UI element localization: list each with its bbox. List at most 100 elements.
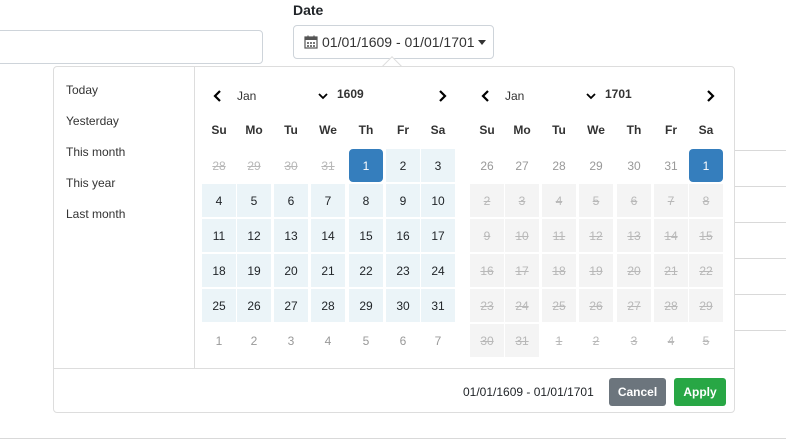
calendar-day[interactable]: 25 bbox=[202, 289, 236, 322]
left-month-select[interactable]: Jan bbox=[237, 85, 329, 107]
calendar-day: 16 bbox=[470, 254, 504, 287]
right-calendar-header: Jan 1701 bbox=[470, 81, 726, 111]
calendar-day[interactable]: 7 bbox=[311, 184, 345, 217]
calendar-day[interactable]: 6 bbox=[274, 184, 308, 217]
calendar-day[interactable]: 16 bbox=[386, 219, 420, 252]
calendar-day: 28 bbox=[654, 289, 688, 322]
divider bbox=[0, 438, 786, 439]
calendar-day[interactable]: 10 bbox=[421, 184, 455, 217]
calendar-day[interactable]: 28 bbox=[311, 289, 345, 322]
calendar-day[interactable]: 23 bbox=[386, 254, 420, 287]
calendar-day[interactable]: 27 bbox=[505, 149, 539, 182]
calendar-day: 28 bbox=[202, 149, 236, 182]
calendar-day[interactable]: 8 bbox=[349, 184, 383, 217]
weekday-header: Th bbox=[626, 123, 642, 137]
calendar-day[interactable]: 5 bbox=[237, 184, 271, 217]
calendar-day[interactable]: 3 bbox=[421, 149, 455, 182]
calendar-day: 31 bbox=[505, 324, 539, 357]
calendar-day[interactable]: 14 bbox=[311, 219, 345, 252]
date-range-value: 01/01/1609 - 01/01/1701 bbox=[322, 34, 475, 50]
calendar-day[interactable]: 15 bbox=[349, 219, 383, 252]
calendar-day[interactable]: 3 bbox=[274, 324, 308, 357]
calendar-day: 30 bbox=[470, 324, 504, 357]
calendar-day[interactable]: 1 bbox=[202, 324, 236, 357]
weekday-header: We bbox=[587, 123, 605, 137]
picker-footer: 01/01/1609 - 01/01/1701 Cancel Apply bbox=[54, 368, 734, 413]
calendar-day[interactable]: 18 bbox=[202, 254, 236, 287]
calendar-day: 11 bbox=[542, 219, 576, 252]
range-this-month[interactable]: This month bbox=[66, 145, 125, 159]
calendar-day[interactable]: 22 bbox=[349, 254, 383, 287]
calendar-day[interactable]: 5 bbox=[349, 324, 383, 357]
calendar-day[interactable]: 7 bbox=[421, 324, 455, 357]
calendar-day[interactable]: 4 bbox=[202, 184, 236, 217]
calendar-day: 20 bbox=[617, 254, 651, 287]
calendar-day: 25 bbox=[542, 289, 576, 322]
calendar-day: 19 bbox=[579, 254, 613, 287]
calendar-day[interactable]: 21 bbox=[311, 254, 345, 287]
calendar-day: 5 bbox=[579, 184, 613, 217]
calendar-day[interactable]: 11 bbox=[202, 219, 236, 252]
calendar-day[interactable]: 28 bbox=[542, 149, 576, 182]
calendar-day[interactable]: 4 bbox=[311, 324, 345, 357]
calendar-day: 29 bbox=[237, 149, 271, 182]
weekday-header: Mo bbox=[245, 123, 263, 137]
next-month-button[interactable] bbox=[698, 81, 722, 111]
cancel-button[interactable]: Cancel bbox=[609, 378, 666, 406]
date-range-button[interactable]: 01/01/1609 - 01/01/1701 bbox=[293, 25, 494, 59]
calendar-day[interactable]: 30 bbox=[386, 289, 420, 322]
preset-ranges: Today Yesterday This month This year Las… bbox=[54, 67, 195, 368]
calendar-day[interactable]: 29 bbox=[579, 149, 613, 182]
apply-button[interactable]: Apply bbox=[674, 378, 726, 406]
right-month-select[interactable]: Jan bbox=[505, 85, 597, 107]
prev-month-button[interactable] bbox=[206, 81, 230, 111]
calendar-day[interactable]: 26 bbox=[470, 149, 504, 182]
right-year-value[interactable]: 1701 bbox=[605, 87, 632, 101]
chevron-down-icon bbox=[318, 93, 328, 100]
calendar-day: 3 bbox=[617, 324, 651, 357]
calendar-day: 24 bbox=[505, 289, 539, 322]
right-month-value: Jan bbox=[505, 89, 525, 103]
calendar-day: 13 bbox=[617, 219, 651, 252]
calendar-day[interactable]: 6 bbox=[386, 324, 420, 357]
left-year-value[interactable]: 1609 bbox=[337, 87, 364, 101]
divider bbox=[735, 186, 786, 187]
calendar-day[interactable]: 31 bbox=[421, 289, 455, 322]
weekday-header: Tu bbox=[552, 123, 566, 137]
range-this-year[interactable]: This year bbox=[66, 176, 115, 190]
calendar-day[interactable]: 2 bbox=[386, 149, 420, 182]
calendar-day: 30 bbox=[274, 149, 308, 182]
calendar-day[interactable]: 19 bbox=[237, 254, 271, 287]
calendar-day: 14 bbox=[654, 219, 688, 252]
calendar-day[interactable]: 26 bbox=[237, 289, 271, 322]
caret-down-icon bbox=[477, 39, 486, 45]
calendar-day: 2 bbox=[470, 184, 504, 217]
calendar-day: 3 bbox=[505, 184, 539, 217]
divider bbox=[735, 330, 786, 331]
search-input[interactable] bbox=[0, 30, 263, 64]
weekday-header: We bbox=[319, 123, 337, 137]
left-calendar-header: Jan 1609 bbox=[202, 81, 458, 111]
calendar-day[interactable]: 9 bbox=[386, 184, 420, 217]
range-last-month[interactable]: Last month bbox=[66, 207, 125, 221]
range-yesterday[interactable]: Yesterday bbox=[66, 114, 119, 128]
left-month-value: Jan bbox=[237, 89, 257, 103]
calendar-day[interactable]: 17 bbox=[421, 219, 455, 252]
left-calendar: Jan 1609 Su Mo Tu We Th Fr Sa 28 29 30 31 1 2 3 4 5 6 7 8 9… bbox=[202, 67, 458, 367]
range-today[interactable]: Today bbox=[66, 83, 98, 97]
date-range-picker: Today Yesterday This month This year Las… bbox=[53, 66, 735, 413]
chevron-right-icon bbox=[439, 90, 447, 102]
calendar-day[interactable]: 12 bbox=[237, 219, 271, 252]
prev-month-button[interactable] bbox=[474, 81, 498, 111]
calendar-day[interactable]: 1 bbox=[349, 149, 383, 182]
calendar-day[interactable]: 27 bbox=[274, 289, 308, 322]
calendar-day[interactable]: 24 bbox=[421, 254, 455, 287]
next-month-button[interactable] bbox=[430, 81, 454, 111]
calendar-day[interactable]: 2 bbox=[237, 324, 271, 357]
calendar-day[interactable]: 29 bbox=[349, 289, 383, 322]
calendar-day[interactable]: 1 bbox=[689, 149, 723, 182]
calendar-day[interactable]: 31 bbox=[654, 149, 688, 182]
calendar-day[interactable]: 20 bbox=[274, 254, 308, 287]
calendar-day[interactable]: 30 bbox=[617, 149, 651, 182]
calendar-day[interactable]: 13 bbox=[274, 219, 308, 252]
